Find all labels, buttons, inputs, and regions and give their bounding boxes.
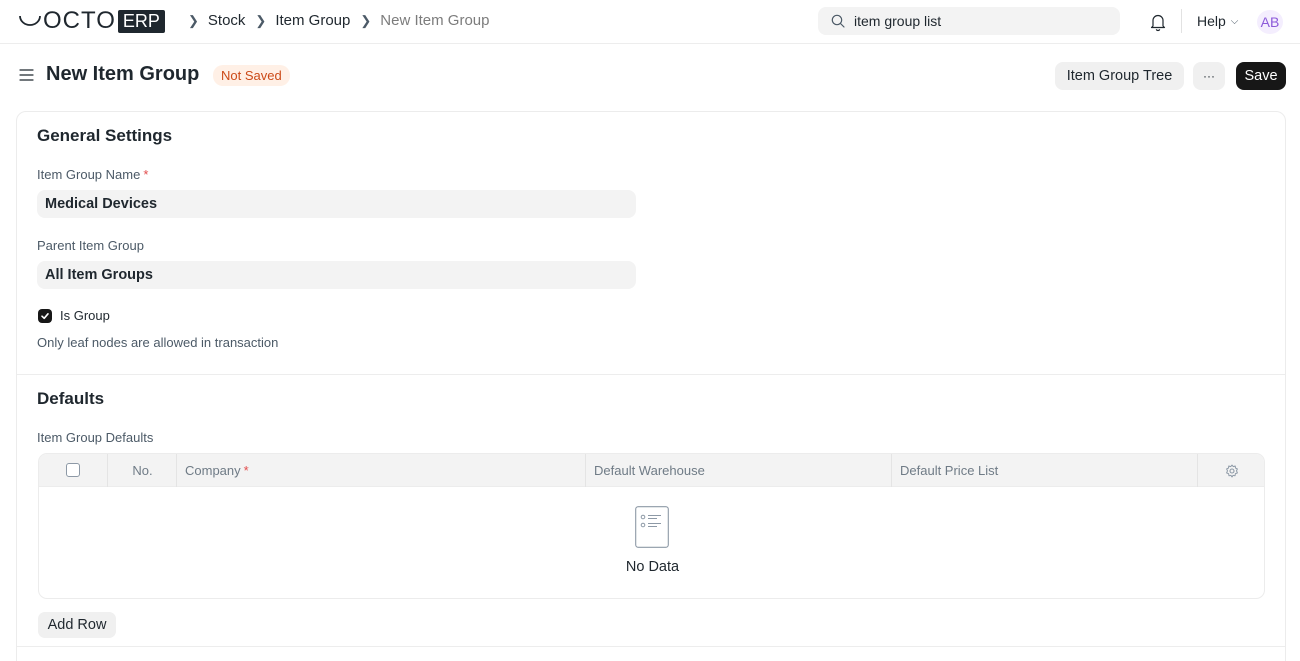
is-group-row[interactable]: Is Group	[38, 308, 110, 323]
breadcrumb-item-group[interactable]: Item Group	[275, 12, 350, 29]
bell-icon[interactable]	[1149, 12, 1167, 32]
search-icon	[831, 14, 845, 28]
item-group-name-label: Item Group Name *	[37, 167, 148, 182]
column-header-company: Company *	[176, 454, 585, 487]
logo-text: OCTO	[43, 7, 116, 34]
avatar[interactable]: AB	[1257, 10, 1283, 34]
logo-badge: ERP	[117, 9, 165, 33]
is-group-checkbox[interactable]	[38, 308, 52, 323]
column-header-default-price-list: Default Price List	[891, 454, 1197, 487]
column-header-company-label: Company	[185, 463, 241, 478]
required-mark: *	[143, 167, 149, 182]
form-card: General Settings Item Group Name* Parent…	[16, 111, 1286, 661]
breadcrumb-current: New Item Group	[380, 12, 490, 29]
item-group-defaults-label: Item Group Defaults	[37, 430, 154, 445]
required-mark: *	[243, 463, 249, 478]
save-button[interactable]: Save	[1236, 62, 1286, 90]
search-input[interactable]	[854, 13, 1104, 29]
hamburger-menu-icon[interactable]	[19, 68, 34, 82]
parent-item-group-field[interactable]	[37, 261, 636, 289]
section-divider	[17, 374, 1285, 375]
chevron-down-icon: ⌵	[1230, 15, 1239, 27]
more-actions-button[interactable]: ···	[1193, 62, 1225, 90]
page-title: New Item Group	[46, 63, 200, 85]
item-group-defaults-table: No. Company * Default Warehouse Default P…	[38, 453, 1265, 599]
breadcrumb-stock[interactable]: Stock	[208, 12, 246, 29]
column-settings-cell	[1197, 454, 1264, 487]
table-header: No. Company * Default Warehouse Default P…	[39, 454, 1264, 487]
chevron-right-icon: ❯	[360, 12, 372, 28]
section-divider	[17, 646, 1285, 647]
help-label: Help	[1197, 13, 1226, 29]
item-group-tree-button[interactable]: Item Group Tree	[1055, 62, 1184, 90]
item-group-name-label-text: Item Group Name	[37, 167, 141, 182]
column-header-no: No.	[107, 454, 176, 487]
breadcrumb: ❯ Stock ❯ Item Group ❯ New Item Group	[186, 12, 497, 29]
section-title-general-settings: General Settings	[37, 126, 173, 145]
is-group-help-text: Only leaf nodes are allowed in transacti…	[37, 335, 279, 350]
navbar-divider	[1181, 9, 1182, 33]
select-all-checkbox[interactable]	[66, 463, 80, 477]
status-badge: Not Saved	[213, 65, 290, 86]
gear-icon[interactable]	[1225, 464, 1239, 478]
empty-list-icon	[635, 506, 669, 548]
section-title-defaults: Defaults	[37, 389, 105, 408]
empty-state-text: No Data	[625, 559, 680, 575]
global-search[interactable]	[818, 7, 1120, 35]
chevron-right-icon: ❯	[255, 12, 267, 28]
add-row-button[interactable]: Add Row	[38, 612, 116, 638]
top-navbar: OCTO ERP ❯ Stock ❯ Item Group ❯ New Item…	[0, 0, 1300, 44]
app-logo[interactable]: OCTO ERP	[18, 9, 165, 33]
select-all-cell	[39, 454, 107, 487]
is-group-label: Is Group	[60, 308, 110, 323]
item-group-name-field[interactable]	[37, 190, 636, 218]
check-icon	[41, 312, 49, 319]
column-header-default-warehouse: Default Warehouse	[585, 454, 891, 487]
logo-mark-icon	[19, 15, 41, 26]
help-dropdown[interactable]: Help ⌵	[1197, 13, 1238, 29]
chevron-right-icon: ❯	[188, 12, 199, 28]
parent-item-group-label: Parent Item Group	[37, 238, 144, 253]
